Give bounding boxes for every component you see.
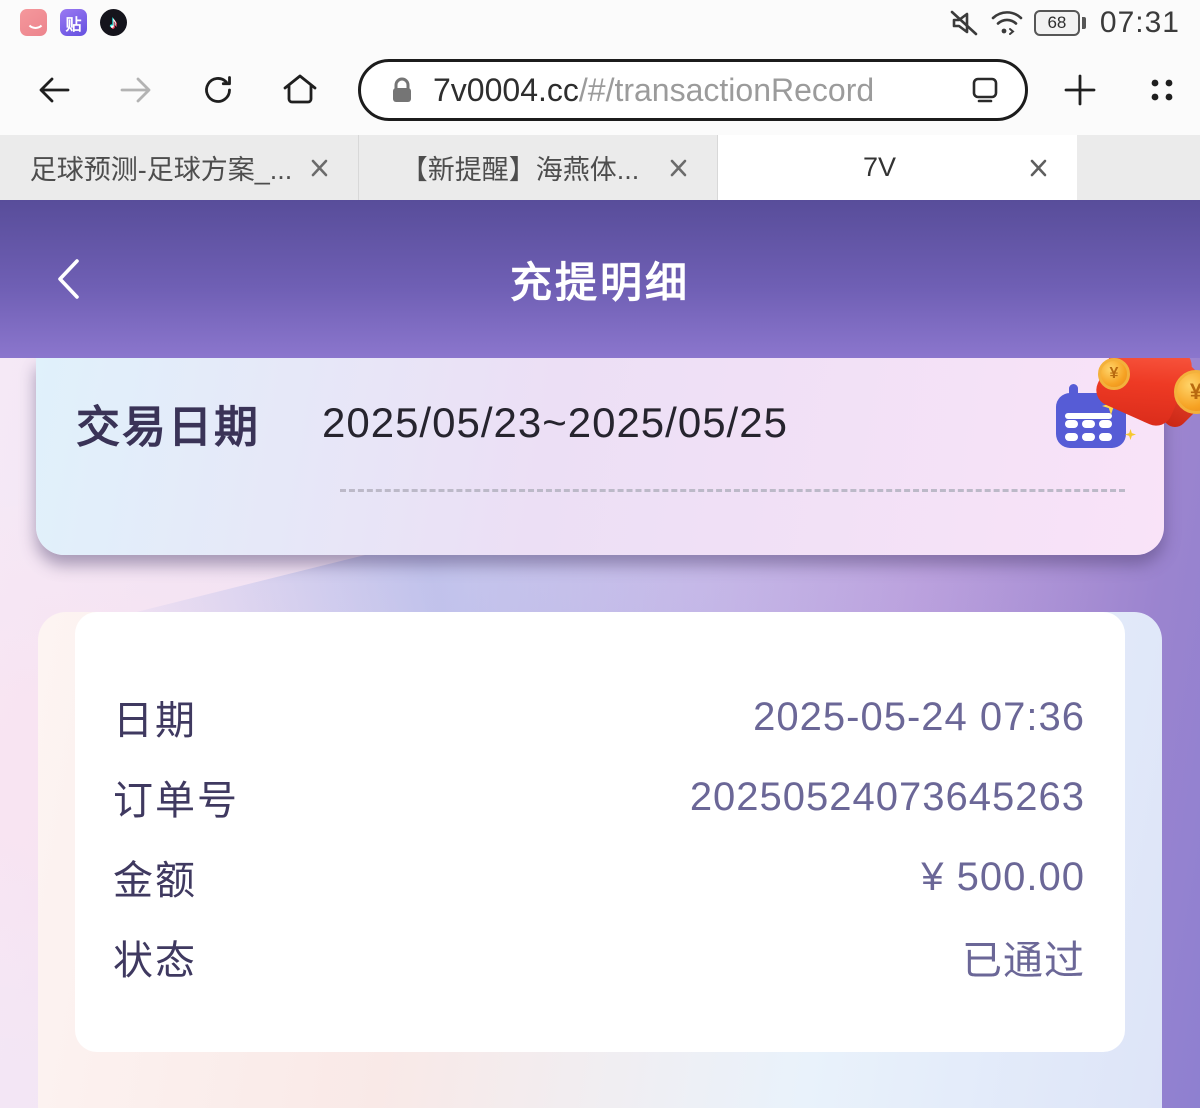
record-detail-card: 日期 2025-05-24 07:36 订单号 2025052407364526… bbox=[75, 612, 1125, 1052]
wifi-icon bbox=[990, 8, 1024, 38]
url-text: 7v0004.cc/#/transactionRecord bbox=[433, 72, 874, 109]
page-content: 交易日期 2025/05/23~2025/05/25 bbox=[0, 358, 1200, 1108]
row-label: 金额 bbox=[113, 848, 197, 906]
gold-coin-icon: ¥ bbox=[1174, 370, 1200, 414]
tab-close-icon[interactable] bbox=[1025, 155, 1051, 181]
record-row-date: 日期 2025-05-24 07:36 bbox=[113, 677, 1085, 757]
douyin-icon: ♪ bbox=[100, 9, 127, 36]
menu-dots-icon bbox=[1144, 72, 1180, 108]
record-card: 日期 2025-05-24 07:36 订单号 2025052407364526… bbox=[38, 612, 1162, 1108]
tieba-icon: 贴 bbox=[60, 9, 87, 36]
row-value: 2025-05-24 07:36 bbox=[753, 695, 1085, 740]
row-label: 订单号 bbox=[113, 768, 239, 826]
tab-close-icon[interactable] bbox=[306, 155, 332, 181]
row-label: 状态 bbox=[113, 928, 197, 986]
tab-bar: 足球预测-足球方案_... 【新提醒】海燕体... 7V bbox=[0, 135, 1200, 200]
home-button[interactable] bbox=[280, 70, 320, 110]
record-row-status: 状态 已通过 bbox=[113, 917, 1085, 997]
lock-icon bbox=[389, 75, 415, 105]
url-path: /#/transactionRecord bbox=[579, 72, 874, 108]
page-header: 充提明细 bbox=[0, 200, 1200, 358]
record-row-amount: 金额 ¥ 500.00 bbox=[113, 837, 1085, 917]
desktop-mode-icon[interactable] bbox=[967, 73, 1003, 107]
calendar-icon[interactable] bbox=[1056, 384, 1126, 448]
row-value: ¥ 500.00 bbox=[921, 855, 1085, 900]
status-value: 已通过 bbox=[962, 928, 1085, 986]
home-icon bbox=[281, 71, 319, 109]
tab-label: 足球预测-足球方案_... bbox=[26, 148, 296, 187]
refresh-icon bbox=[199, 71, 237, 109]
tab-close-icon[interactable] bbox=[665, 155, 691, 181]
tab-label: 7V bbox=[744, 152, 1015, 183]
appgallery-icon bbox=[20, 9, 47, 36]
battery-percent: 68 bbox=[1047, 13, 1066, 33]
tab-label: 【新提醒】海燕体... bbox=[385, 148, 655, 187]
record-row-order: 订单号 20250524073645263 bbox=[113, 757, 1085, 837]
battery-icon: 68 bbox=[1034, 10, 1086, 36]
forward-button[interactable] bbox=[116, 70, 156, 110]
tab-7v-active[interactable]: 7V bbox=[718, 135, 1077, 200]
date-range-value[interactable]: 2025/05/23~2025/05/25 bbox=[322, 399, 788, 447]
row-value: 20250524073645263 bbox=[690, 775, 1085, 820]
tab-football[interactable]: 足球预测-足球方案_... bbox=[0, 135, 359, 200]
status-bar: 贴 ♪ 68 07:31 bbox=[0, 0, 1200, 45]
clock-time: 07:31 bbox=[1100, 6, 1180, 40]
refresh-button[interactable] bbox=[198, 70, 238, 110]
browser-window: 贴 ♪ 68 07:31 bbox=[0, 0, 1200, 1108]
plus-icon bbox=[1061, 71, 1099, 109]
url-host: 7v0004.cc bbox=[433, 72, 579, 108]
url-bar[interactable]: 7v0004.cc/#/transactionRecord bbox=[358, 59, 1028, 121]
row-label: 日期 bbox=[113, 688, 197, 746]
menu-button[interactable] bbox=[1142, 70, 1182, 110]
transaction-date-label: 交易日期 bbox=[76, 391, 260, 455]
tab-bar-filler bbox=[1077, 135, 1200, 200]
status-indicators: 68 07:31 bbox=[948, 6, 1180, 40]
status-app-icons: 贴 ♪ bbox=[20, 9, 127, 36]
forward-icon bbox=[117, 72, 155, 108]
new-tab-button[interactable] bbox=[1060, 70, 1100, 110]
page-title: 充提明细 bbox=[510, 249, 690, 310]
mute-icon bbox=[948, 7, 980, 39]
back-icon bbox=[35, 72, 73, 108]
tab-notice[interactable]: 【新提醒】海燕体... bbox=[359, 135, 718, 200]
page-back-button[interactable] bbox=[46, 253, 90, 305]
back-button[interactable] bbox=[34, 70, 74, 110]
browser-toolbar: 7v0004.cc/#/transactionRecord bbox=[0, 45, 1200, 135]
dashed-divider bbox=[340, 489, 1125, 492]
chevron-left-icon bbox=[53, 257, 83, 301]
date-filter-card: 交易日期 2025/05/23~2025/05/25 bbox=[36, 358, 1164, 555]
